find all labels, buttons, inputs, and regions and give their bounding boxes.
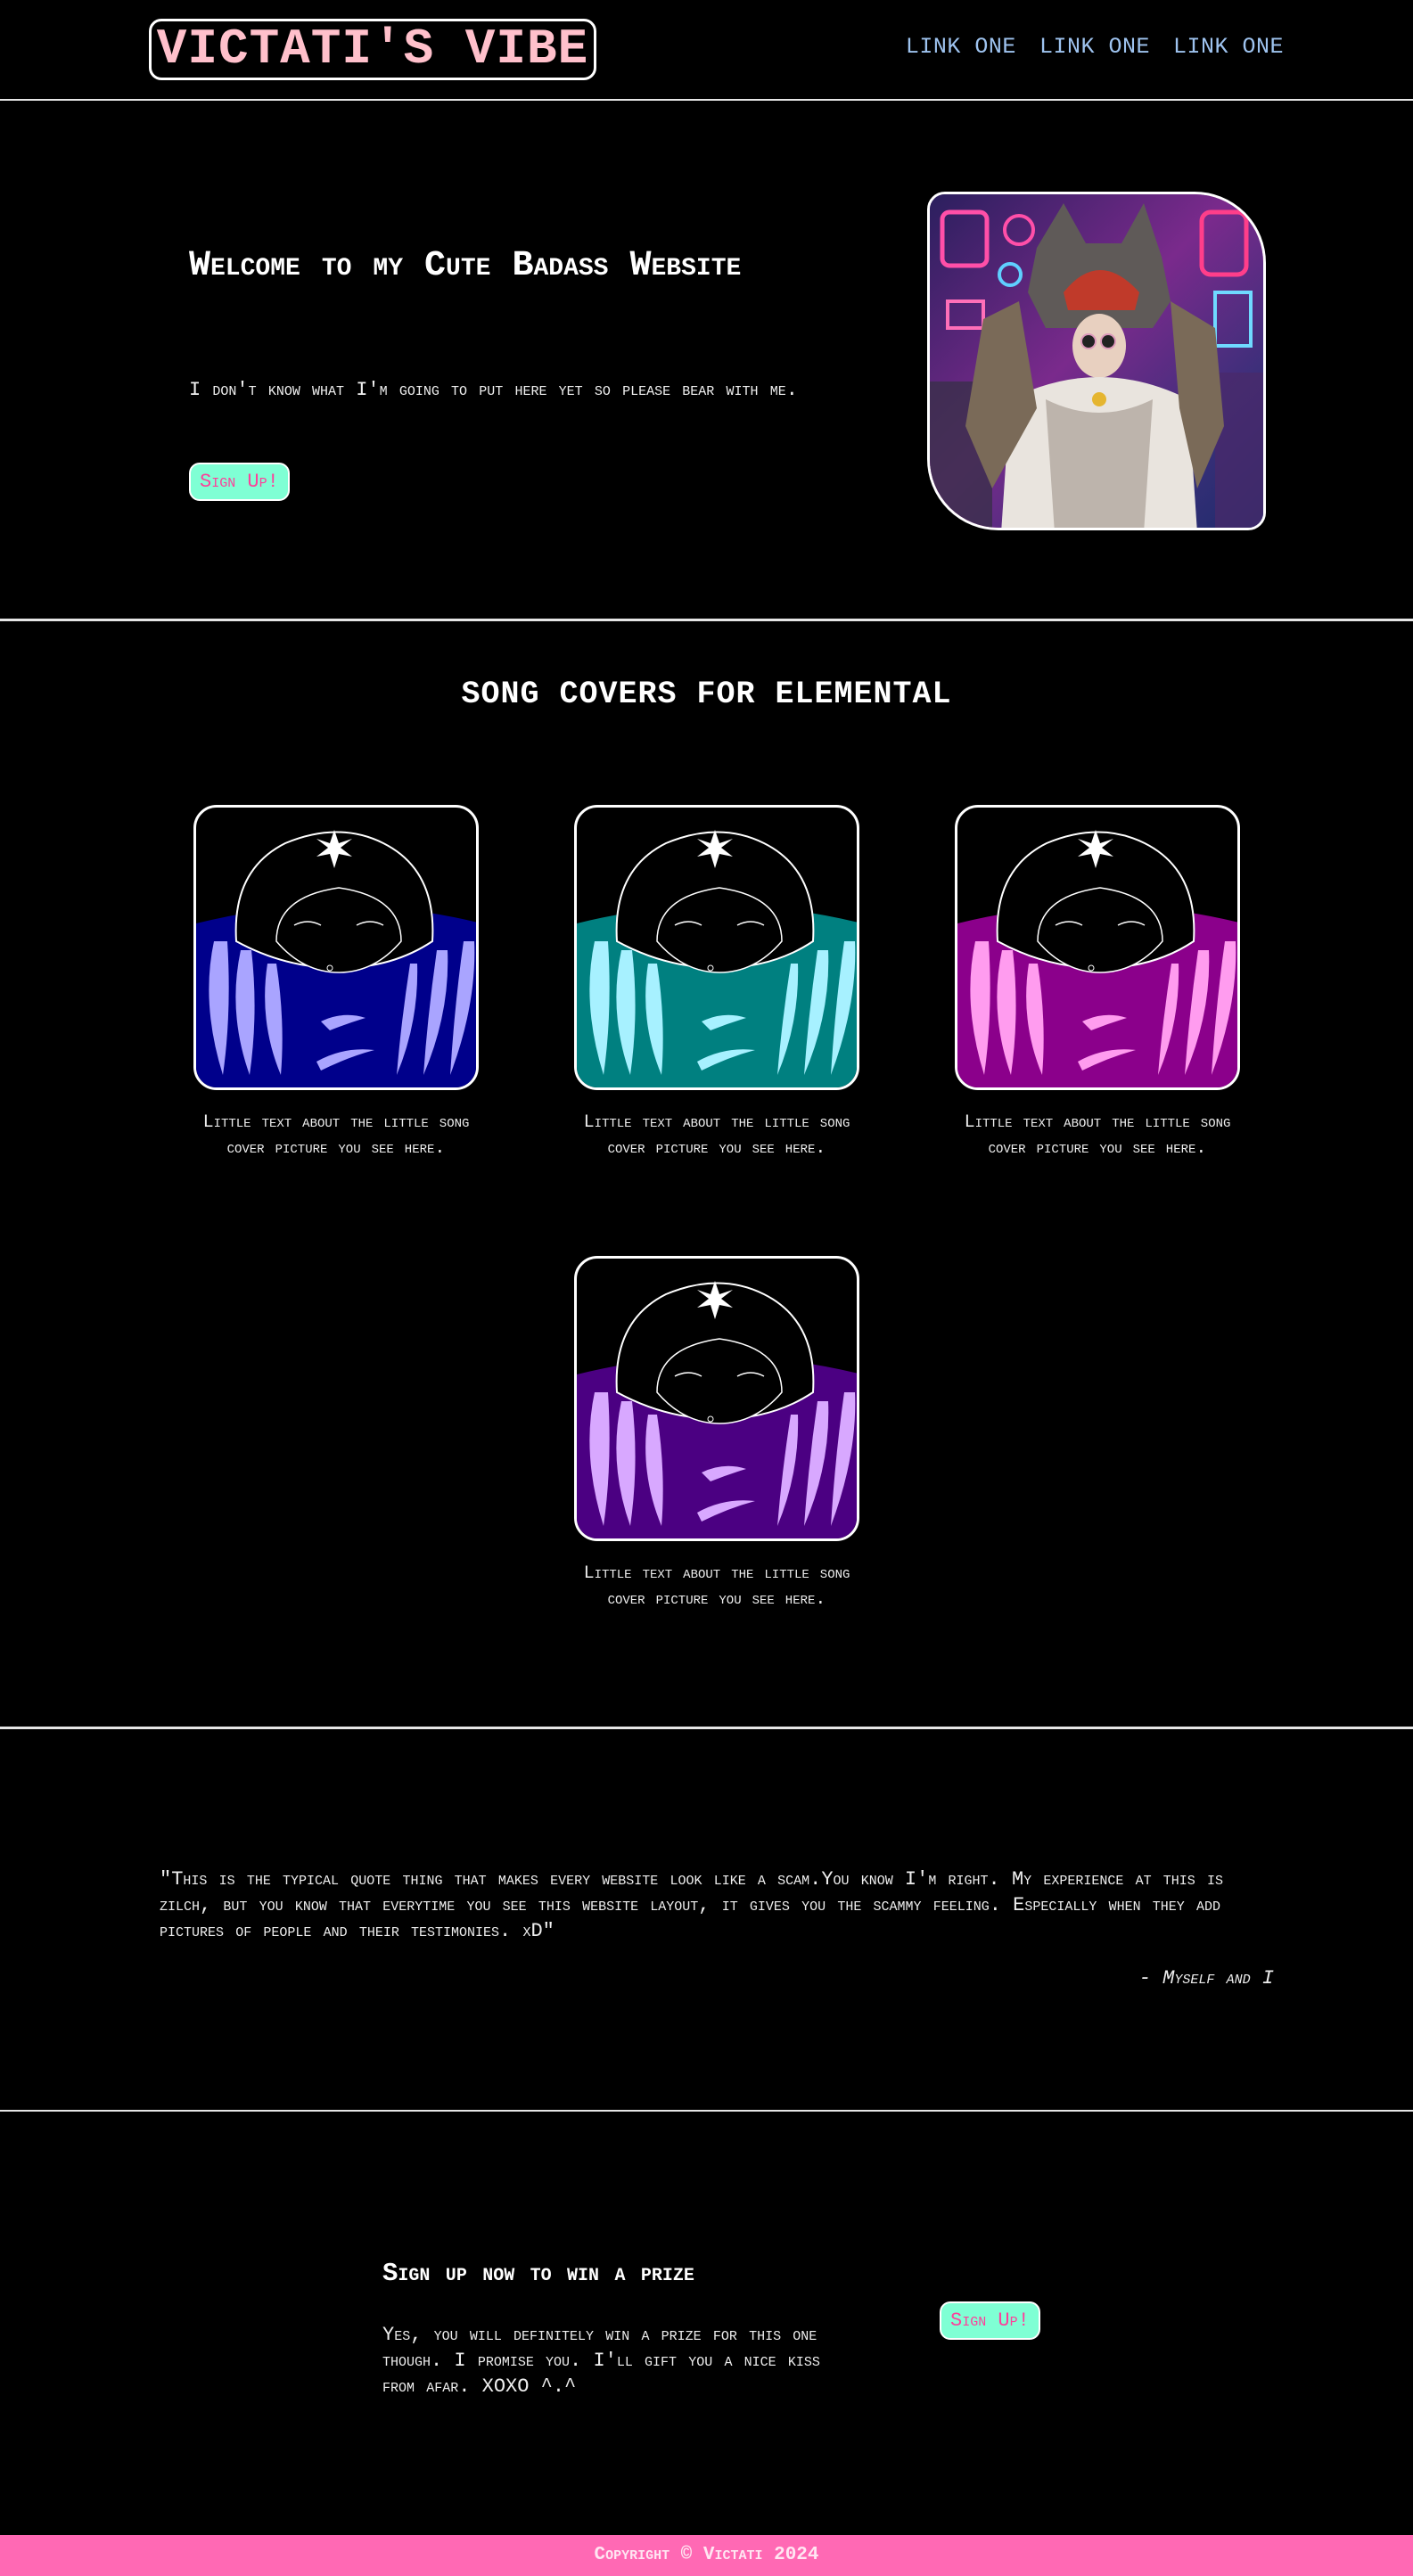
song-cover-caption: Little text about the little song cover …	[583, 1112, 850, 1159]
site-logo[interactable]: VICTATI'S VIBE	[149, 19, 596, 80]
hero-signup-button[interactable]: Sign Up!	[189, 463, 290, 501]
cover-illustration	[577, 830, 857, 1087]
hero-character-illustration	[930, 194, 1263, 528]
footer: Copyright © Victati 2024	[0, 2535, 1413, 2576]
song-covers-section: SONG COVERS FOR ELEMENTAL Little text ab…	[0, 621, 1413, 1729]
cover-illustration	[196, 830, 476, 1087]
hero-text: I don't know what I'm going to put here …	[189, 379, 798, 401]
signup-title: Sign up now to win a prize	[382, 2259, 694, 2288]
quote-section: "This is the typical quote thing that ma…	[0, 1729, 1413, 2112]
signup-section: Sign up now to win a prize Yes, you will…	[0, 2112, 1413, 2535]
testimonial-quote: "This is the typical quote thing that ma…	[160, 1868, 1223, 1942]
song-cover-image[interactable]	[574, 1256, 859, 1541]
song-cover-card[interactable]: Little text about the little song cover …	[955, 805, 1240, 1161]
song-cover-image[interactable]	[955, 805, 1240, 1090]
signup-button[interactable]: Sign Up!	[940, 2301, 1040, 2340]
song-cover-image[interactable]	[574, 805, 859, 1090]
song-covers-title: SONG COVERS FOR ELEMENTAL	[461, 677, 952, 712]
song-cover-image[interactable]	[193, 805, 479, 1090]
song-cover-caption: Little text about the little song cover …	[583, 1563, 850, 1610]
quote-author: - Myself and I	[1138, 1967, 1274, 1989]
song-cover-card[interactable]: Little text about the little song cover …	[574, 1256, 859, 1612]
nav-link-2[interactable]: LINK ONE	[1039, 34, 1150, 60]
top-nav: VICTATI'S VIBE LINK ONE LINK ONE LINK ON…	[0, 0, 1413, 101]
song-cover-card[interactable]: Little text about the little song cover …	[193, 805, 479, 1161]
song-cover-card[interactable]: Little text about the little song cover …	[574, 805, 859, 1161]
hero-section: Welcome to my Cute Badass Website I don'…	[0, 101, 1413, 621]
hero-character-image	[927, 192, 1266, 530]
song-cover-caption: Little text about the little song cover …	[964, 1112, 1231, 1159]
nav-link-1[interactable]: LINK ONE	[906, 34, 1016, 60]
song-cover-caption: Little text about the little song cover …	[202, 1112, 470, 1159]
nav-links: LINK ONE LINK ONE LINK ONE	[906, 34, 1284, 60]
signup-text: Yes, you will definitely win a prize for…	[382, 2324, 820, 2398]
nav-link-3[interactable]: LINK ONE	[1173, 34, 1284, 60]
cover-illustration	[577, 1281, 857, 1538]
hero-title: Welcome to my Cute Badass Website	[189, 246, 742, 286]
copyright-text: Copyright © Victati 2024	[594, 2545, 819, 2565]
cover-illustration	[957, 830, 1237, 1087]
